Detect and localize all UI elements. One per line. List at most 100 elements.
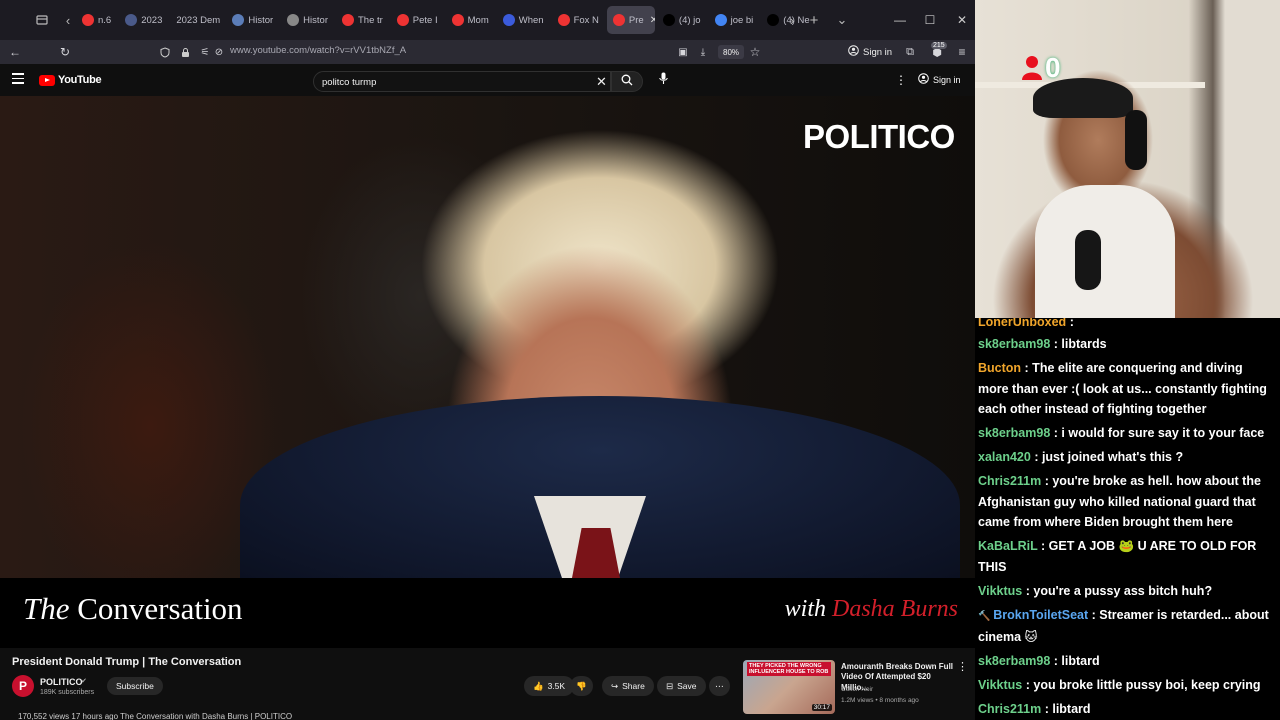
- microphone-icon: [658, 72, 668, 90]
- browser-tab[interactable]: Histor: [281, 6, 334, 34]
- browser-tab[interactable]: Histor: [226, 6, 279, 34]
- chat-message: Vikktus : you're a pussy ass bitch huh?: [978, 581, 1274, 602]
- like-button[interactable]: 👍 3.5K: [524, 676, 575, 696]
- moderator-badge-icon: 🔨: [978, 610, 994, 622]
- subscriber-count: 189K subscribers: [40, 689, 95, 696]
- browser-tab[interactable]: Pre ✕: [606, 6, 655, 34]
- channel-avatar[interactable]: P: [12, 675, 34, 697]
- thumbs-down-icon: 👎: [576, 680, 587, 691]
- chat-text: : you're a pussy ass bitch huh?: [1025, 583, 1213, 598]
- extension-badge: 215: [931, 42, 947, 49]
- search-button[interactable]: [611, 71, 643, 92]
- close-window-icon[interactable]: ✕: [946, 0, 975, 40]
- chat-text: : i would for sure say it to your face: [1053, 426, 1265, 440]
- minimize-icon[interactable]: —: [884, 0, 916, 40]
- extensions-icon[interactable]: ⧉: [899, 40, 921, 64]
- browser-sign-in-button[interactable]: Sign in: [848, 40, 892, 64]
- chat-username[interactable]: BroknToiletSeat: [993, 608, 1088, 622]
- youtube-icon: [612, 14, 625, 26]
- close-tab-icon[interactable]: ✕: [650, 15, 655, 26]
- bookmark-icon: [502, 14, 515, 26]
- ai-icon: [232, 14, 245, 26]
- subscribe-button[interactable]: Subscribe: [107, 677, 163, 695]
- more-options-icon[interactable]: ⋮: [895, 73, 907, 87]
- lock-icon[interactable]: [174, 40, 196, 64]
- tab-bar: ‹ n.6 2023 2023 Dem Histor Histor The tr Pete …: [0, 0, 975, 40]
- more-actions-button[interactable]: ⋯: [709, 676, 730, 696]
- chat-message: xalan420 : just joined what's this ?: [978, 447, 1274, 468]
- google-icon: [714, 14, 727, 26]
- browser-tab[interactable]: 2023: [119, 6, 168, 34]
- tab-list-icon[interactable]: [30, 8, 54, 32]
- chat-username[interactable]: Bucton: [978, 361, 1021, 375]
- video-frame: [0, 96, 975, 578]
- webcam-feed: 0: [975, 0, 1280, 318]
- video-title: President Donald Trump | The Conversatio…: [12, 656, 242, 668]
- browser-tab[interactable]: joe bi: [709, 6, 760, 34]
- new-tab-icon[interactable]: +: [802, 8, 826, 32]
- zoom-level[interactable]: 80%: [718, 45, 745, 59]
- navigation-bar: ← ↻ ⚟ ⊘ www.youtube.com/watch?v=rVV1tbNZ…: [0, 40, 975, 64]
- search-input[interactable]: [322, 75, 582, 89]
- save-button[interactable]: ⊟ Save: [657, 676, 706, 696]
- bookmark-star-icon[interactable]: ☆: [744, 40, 766, 64]
- back-icon[interactable]: ←: [4, 40, 26, 64]
- browser-tab[interactable]: When: [497, 6, 550, 34]
- video-player[interactable]: POLITICO The Conversation with Dasha Bur…: [0, 96, 975, 648]
- viewer-count: 0: [1021, 52, 1061, 84]
- recommended-video-thumbnail[interactable]: THEY PICKED THE WRONG INFLUENCER HOUSE T…: [743, 660, 835, 714]
- streamer-microphone: [1075, 230, 1101, 290]
- hamburger-menu-icon[interactable]: ≡: [951, 40, 973, 64]
- youtube-logo[interactable]: YouTube: [39, 74, 102, 86]
- search-box: ✕: [313, 71, 611, 92]
- dislike-button[interactable]: 👎: [570, 676, 593, 696]
- chat-username[interactable]: LonerUnboxed: [978, 318, 1066, 328]
- clear-search-icon[interactable]: ✕: [596, 74, 607, 90]
- share-label: Share: [622, 681, 645, 691]
- chat-username[interactable]: sk8erbam98: [978, 654, 1050, 668]
- scroll-tabs-right-icon[interactable]: ›: [780, 8, 804, 32]
- guide-menu-icon[interactable]: [12, 73, 24, 85]
- browser-tab[interactable]: 2023 Dem: [170, 6, 224, 34]
- maximize-icon[interactable]: ☐: [914, 0, 946, 40]
- channel-name[interactable]: POLITICO: [40, 677, 83, 687]
- youtube-sign-in-button[interactable]: Sign in: [918, 73, 961, 86]
- host-credit: with Dasha Burns: [785, 596, 958, 623]
- chat-username[interactable]: KaBaLRiL: [978, 539, 1038, 553]
- youtube-logo-text: YouTube: [58, 74, 102, 86]
- youtube-header: YouTube ✕ ⋮ Sign in: [0, 66, 975, 96]
- chat-username[interactable]: Chris211m: [978, 474, 1041, 488]
- chevron-down-icon[interactable]: ⌄: [830, 8, 854, 32]
- chat-username[interactable]: Chris211m: [978, 702, 1041, 716]
- show-title: The Conversation: [23, 591, 243, 627]
- browser-tab[interactable]: The tr: [336, 6, 389, 34]
- download-icon[interactable]: ⤓: [692, 40, 714, 64]
- browser-tab-label: Histor: [248, 14, 274, 26]
- browser-tab[interactable]: Pete I: [391, 6, 444, 34]
- voice-search-button[interactable]: [654, 72, 672, 90]
- chat-username[interactable]: xalan420: [978, 450, 1031, 464]
- shield-icon[interactable]: [154, 40, 176, 64]
- chat-username[interactable]: Vikktus: [978, 678, 1022, 692]
- browser-tab[interactable]: n.6: [76, 6, 117, 34]
- youtube-icon: [82, 14, 94, 26]
- url-bar[interactable]: www.youtube.com/watch?v=rVV1tbNZf_A: [230, 45, 406, 56]
- browser-tab[interactable]: Fox N: [552, 6, 605, 34]
- chat-username[interactable]: Vikktus: [978, 584, 1022, 598]
- recommended-video-channel[interactable]: Colion Noir: [841, 686, 873, 693]
- picture-in-picture-icon[interactable]: ▣: [672, 40, 694, 64]
- viewer-count-number: 0: [1045, 52, 1061, 83]
- video-description-line[interactable]: 170,552 views 17 hours ago The Conversat…: [18, 712, 292, 720]
- recommendation-menu-icon[interactable]: ⋮: [957, 660, 968, 673]
- browser-tab[interactable]: Mom: [446, 6, 495, 34]
- show-title-the: The: [23, 591, 70, 626]
- youtube-icon: [396, 14, 409, 26]
- mute-icon[interactable]: ⊘: [208, 40, 230, 64]
- browser-tab[interactable]: (4) jo: [657, 6, 707, 34]
- chat-username[interactable]: sk8erbam98: [978, 337, 1050, 351]
- chat-username[interactable]: sk8erbam98: [978, 426, 1050, 440]
- share-button[interactable]: ↪ Share: [602, 676, 654, 696]
- browser-tab-label: Fox N: [573, 14, 599, 26]
- tab-strip: n.6 2023 2023 Dem Histor Histor The tr Pete I M…: [76, 6, 815, 34]
- reload-icon[interactable]: ↻: [54, 40, 76, 64]
